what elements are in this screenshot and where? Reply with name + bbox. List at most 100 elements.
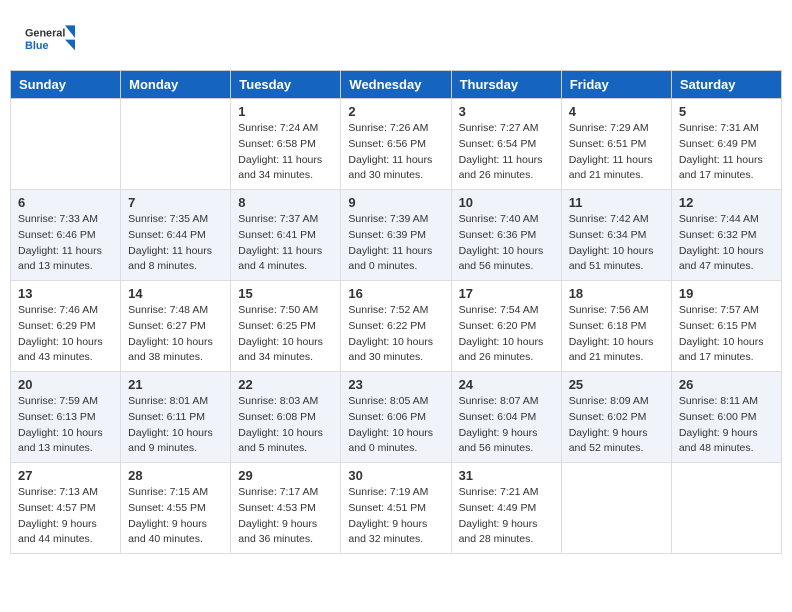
calendar-header-row: SundayMondayTuesdayWednesdayThursdayFrid…: [11, 71, 782, 99]
daylight-text: Daylight: 9 hours and 32 minutes.: [348, 517, 443, 549]
sunrise-text: Sunrise: 7:57 AM: [679, 303, 774, 319]
daylight-text: Daylight: 10 hours and 30 minutes.: [348, 335, 443, 367]
sunset-text: Sunset: 6:13 PM: [18, 410, 113, 426]
calendar-cell: 15Sunrise: 7:50 AMSunset: 6:25 PMDayligh…: [231, 281, 341, 372]
daylight-text: Daylight: 10 hours and 34 minutes.: [238, 335, 333, 367]
daylight-text: Daylight: 10 hours and 26 minutes.: [459, 335, 554, 367]
sunset-text: Sunset: 6:20 PM: [459, 319, 554, 335]
calendar-cell: 6Sunrise: 7:33 AMSunset: 6:46 PMDaylight…: [11, 190, 121, 281]
sunrise-text: Sunrise: 8:05 AM: [348, 394, 443, 410]
sunset-text: Sunset: 6:06 PM: [348, 410, 443, 426]
sunset-text: Sunset: 6:58 PM: [238, 137, 333, 153]
calendar-cell: 28Sunrise: 7:15 AMSunset: 4:55 PMDayligh…: [121, 463, 231, 554]
calendar-cell: 14Sunrise: 7:48 AMSunset: 6:27 PMDayligh…: [121, 281, 231, 372]
daylight-text: Daylight: 9 hours and 52 minutes.: [569, 426, 664, 458]
day-header-friday: Friday: [561, 71, 671, 99]
daylight-text: Daylight: 11 hours and 17 minutes.: [679, 153, 774, 185]
sunrise-text: Sunrise: 8:11 AM: [679, 394, 774, 410]
sunrise-text: Sunrise: 7:42 AM: [569, 212, 664, 228]
day-info: Sunrise: 7:56 AMSunset: 6:18 PMDaylight:…: [569, 303, 664, 366]
day-info: Sunrise: 7:44 AMSunset: 6:32 PMDaylight:…: [679, 212, 774, 275]
day-number: 12: [679, 195, 774, 210]
daylight-text: Daylight: 11 hours and 4 minutes.: [238, 244, 333, 276]
day-info: Sunrise: 7:35 AMSunset: 6:44 PMDaylight:…: [128, 212, 223, 275]
daylight-text: Daylight: 9 hours and 44 minutes.: [18, 517, 113, 549]
calendar-cell: 2Sunrise: 7:26 AMSunset: 6:56 PMDaylight…: [341, 99, 451, 190]
day-info: Sunrise: 7:42 AMSunset: 6:34 PMDaylight:…: [569, 212, 664, 275]
daylight-text: Daylight: 11 hours and 0 minutes.: [348, 244, 443, 276]
daylight-text: Daylight: 10 hours and 21 minutes.: [569, 335, 664, 367]
day-header-monday: Monday: [121, 71, 231, 99]
day-number: 23: [348, 377, 443, 392]
sunset-text: Sunset: 6:44 PM: [128, 228, 223, 244]
day-number: 18: [569, 286, 664, 301]
day-number: 22: [238, 377, 333, 392]
day-info: Sunrise: 7:57 AMSunset: 6:15 PMDaylight:…: [679, 303, 774, 366]
calendar-cell: 19Sunrise: 7:57 AMSunset: 6:15 PMDayligh…: [671, 281, 781, 372]
sunrise-text: Sunrise: 7:33 AM: [18, 212, 113, 228]
daylight-text: Daylight: 10 hours and 51 minutes.: [569, 244, 664, 276]
day-info: Sunrise: 7:24 AMSunset: 6:58 PMDaylight:…: [238, 121, 333, 184]
calendar-cell: 30Sunrise: 7:19 AMSunset: 4:51 PMDayligh…: [341, 463, 451, 554]
sunset-text: Sunset: 6:34 PM: [569, 228, 664, 244]
day-info: Sunrise: 7:48 AMSunset: 6:27 PMDaylight:…: [128, 303, 223, 366]
sunset-text: Sunset: 6:41 PM: [238, 228, 333, 244]
sunrise-text: Sunrise: 7:27 AM: [459, 121, 554, 137]
calendar-cell: [121, 99, 231, 190]
sunrise-text: Sunrise: 7:50 AM: [238, 303, 333, 319]
sunrise-text: Sunrise: 7:54 AM: [459, 303, 554, 319]
logo: General Blue: [25, 20, 75, 60]
sunset-text: Sunset: 6:32 PM: [679, 228, 774, 244]
daylight-text: Daylight: 9 hours and 36 minutes.: [238, 517, 333, 549]
calendar-cell: 1Sunrise: 7:24 AMSunset: 6:58 PMDaylight…: [231, 99, 341, 190]
sunset-text: Sunset: 6:56 PM: [348, 137, 443, 153]
calendar-cell: 21Sunrise: 8:01 AMSunset: 6:11 PMDayligh…: [121, 372, 231, 463]
day-number: 27: [18, 468, 113, 483]
daylight-text: Daylight: 10 hours and 13 minutes.: [18, 426, 113, 458]
svg-text:Blue: Blue: [25, 40, 48, 52]
day-info: Sunrise: 7:19 AMSunset: 4:51 PMDaylight:…: [348, 485, 443, 548]
sunset-text: Sunset: 6:29 PM: [18, 319, 113, 335]
day-number: 26: [679, 377, 774, 392]
daylight-text: Daylight: 10 hours and 5 minutes.: [238, 426, 333, 458]
day-number: 25: [569, 377, 664, 392]
calendar-cell: 23 Sunrise: 8:05 AMSunset: 6:06 PMDayligh…: [341, 372, 451, 463]
daylight-text: Daylight: 10 hours and 47 minutes.: [679, 244, 774, 276]
sunset-text: Sunset: 6:15 PM: [679, 319, 774, 335]
calendar-week-row: 6Sunrise: 7:33 AMSunset: 6:46 PMDaylight…: [11, 190, 782, 281]
day-header-thursday: Thursday: [451, 71, 561, 99]
day-number: 21: [128, 377, 223, 392]
daylight-text: Daylight: 10 hours and 0 minutes.: [348, 426, 443, 458]
sunrise-text: Sunrise: 7:39 AM: [348, 212, 443, 228]
sunset-text: Sunset: 4:53 PM: [238, 501, 333, 517]
calendar-cell: 31Sunrise: 7:21 AMSunset: 4:49 PMDayligh…: [451, 463, 561, 554]
day-number: 7: [128, 195, 223, 210]
calendar-cell: 7 Sunrise: 7:35 AMSunset: 6:44 PMDaylight…: [121, 190, 231, 281]
calendar-cell: 17Sunrise: 7:54 AMSunset: 6:20 PMDayligh…: [451, 281, 561, 372]
sunrise-text: Sunrise: 7:15 AM: [128, 485, 223, 501]
sunset-text: Sunset: 6:27 PM: [128, 319, 223, 335]
calendar-cell: [561, 463, 671, 554]
daylight-text: Daylight: 11 hours and 34 minutes.: [238, 153, 333, 185]
sunset-text: Sunset: 6:46 PM: [18, 228, 113, 244]
daylight-text: Daylight: 10 hours and 56 minutes.: [459, 244, 554, 276]
sunset-text: Sunset: 6:54 PM: [459, 137, 554, 153]
sunset-text: Sunset: 6:51 PM: [569, 137, 664, 153]
sunrise-text: Sunrise: 7:26 AM: [348, 121, 443, 137]
sunrise-text: Sunrise: 8:03 AM: [238, 394, 333, 410]
sunset-text: Sunset: 6:25 PM: [238, 319, 333, 335]
daylight-text: Daylight: 9 hours and 48 minutes.: [679, 426, 774, 458]
day-number: 2: [348, 104, 443, 119]
day-info: Sunrise: 7:17 AMSunset: 4:53 PMDaylight:…: [238, 485, 333, 548]
day-number: 9: [348, 195, 443, 210]
sunset-text: Sunset: 6:39 PM: [348, 228, 443, 244]
day-info: Sunrise: 7:37 AMSunset: 6:41 PMDaylight:…: [238, 212, 333, 275]
day-number: 4: [569, 104, 664, 119]
sunrise-text: Sunrise: 7:31 AM: [679, 121, 774, 137]
daylight-text: Daylight: 11 hours and 26 minutes.: [459, 153, 554, 185]
day-number: 31: [459, 468, 554, 483]
daylight-text: Daylight: 10 hours and 17 minutes.: [679, 335, 774, 367]
sunrise-text: Sunrise: 8:09 AM: [569, 394, 664, 410]
sunrise-text: Sunrise: 7:48 AM: [128, 303, 223, 319]
daylight-text: Daylight: 10 hours and 43 minutes.: [18, 335, 113, 367]
